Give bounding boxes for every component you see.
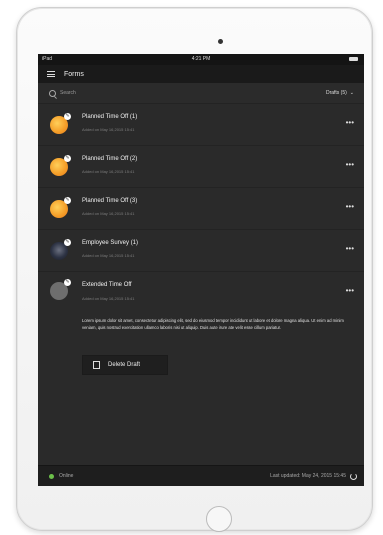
form-avatar-icon: ✎ [50,155,71,176]
search-bar: Drafts (5)⌄ [38,83,364,104]
edit-badge-icon: ✎ [64,197,71,204]
form-avatar-icon: ✎ [50,279,71,300]
edit-badge-icon: ✎ [64,239,71,246]
form-avatar-icon: ✎ [50,239,71,260]
more-options-icon[interactable]: ••• [346,202,354,211]
item-title: Extended Time Off [82,282,132,288]
list-item[interactable]: ✎ Planned Time Off (3) Added on May 16,2… [38,188,364,230]
list-item[interactable]: ✎ Employee Survey (1) Added on May 16,20… [38,230,364,272]
item-title: Planned Time Off (2) [82,156,138,162]
item-title: Planned Time Off (1) [82,114,138,120]
edit-badge-icon: ✎ [64,113,71,120]
online-status-label: Online [59,473,74,479]
delete-draft-button[interactable]: Delete Draft [82,355,168,375]
list-item[interactable]: ✎ Planned Time Off (1) Added on May 16,2… [38,104,364,146]
status-footer: Online Last updated: May 24, 2015 15:45 [38,465,364,486]
trash-icon [93,361,100,369]
edit-badge-icon: ✎ [64,279,71,286]
item-subtitle: Added on May 16,2015 15:41 [82,127,135,132]
list-item[interactable]: ✎ Planned Time Off (2) Added on May 16,2… [38,146,364,188]
last-updated-label: Last updated: May 24, 2015 15:45 [270,473,346,479]
home-button[interactable] [206,506,232,532]
hamburger-menu-icon[interactable] [47,71,55,77]
clock: 4:21 PM [191,56,211,62]
drafts-filter-label: Drafts (5) [325,90,347,96]
item-title: Employee Survey (1) [82,240,139,246]
battery-icon [349,57,358,61]
item-subtitle: Added on May 16,2015 15:41 [82,211,135,216]
app-bar: Forms [38,65,364,83]
search-icon [49,89,56,97]
item-description: Lorem ipsum dolor sit amet, consectetur … [82,318,344,330]
form-avatar-icon: ✎ [50,197,71,218]
drafts-filter-dropdown[interactable]: Drafts (5) ⌄ [326,90,354,96]
search-input[interactable] [60,90,210,96]
front-camera [218,39,223,44]
drafts-list: ✎ Planned Time Off (1) Added on May 16,2… [38,104,364,414]
app-screen: iPad 4:21 PM Forms Drafts (5)⌄ ✎ Planned… [38,54,364,486]
page-title: Forms [64,70,84,78]
edit-badge-icon: ✎ [64,155,71,162]
more-options-icon[interactable]: ••• [346,286,354,295]
list-item-expanded[interactable]: ✎ Extended Time Off Added on May 16,2015… [38,272,364,414]
more-options-icon[interactable]: ••• [346,244,354,253]
item-subtitle: Added on May 16,2015 15:41 [82,253,135,258]
online-status-icon [49,473,54,479]
more-options-icon[interactable]: ••• [346,160,354,169]
status-bar: iPad 4:21 PM [38,54,364,65]
more-options-icon[interactable]: ••• [346,118,354,127]
item-subtitle: Added on May 16,2015 15:41 [82,296,135,301]
form-avatar-icon: ✎ [50,113,71,134]
chevron-down-icon: ⌄ [349,90,354,96]
item-title: Planned Time Off (3) [82,198,138,204]
delete-draft-label: Delete Draft [108,362,141,368]
item-subtitle: Added on May 16,2015 15:41 [82,169,135,174]
refresh-icon[interactable] [350,472,357,480]
